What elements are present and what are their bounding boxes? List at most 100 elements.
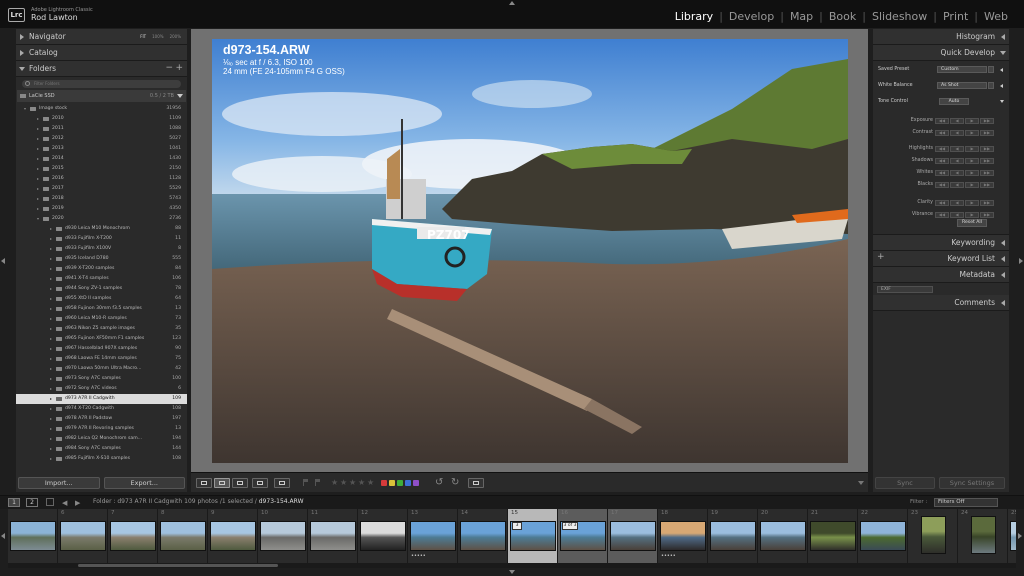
folder-row[interactable]: 2010 1109 — [16, 114, 187, 124]
folder-row[interactable]: d935 Iceland D780 555 — [16, 254, 187, 264]
tone-double-left-button[interactable]: ◀◀ — [935, 170, 949, 176]
folder-row[interactable]: d973 Sony A7C samples 100 — [16, 374, 187, 384]
filmstrip-cell[interactable]: 11 — [308, 509, 358, 563]
filmstrip-thumbnail[interactable] — [60, 521, 106, 551]
keyword-list-header[interactable]: + Keyword List — [873, 251, 1009, 267]
tone-right-button[interactable]: ▶ — [965, 130, 979, 136]
folder-row[interactable]: d933 Fujifilm X100V 8 — [16, 244, 187, 254]
filmstrip-cell[interactable]: 16 3 of 3 — [558, 509, 608, 563]
tone-double-right-button[interactable]: ▶▶ — [980, 182, 994, 188]
folder-row[interactable]: d985 Fujifilm X-S10 samples 108 — [16, 454, 187, 464]
filmstrip-thumbnail[interactable] — [921, 516, 946, 554]
left-panel-toggle-icon[interactable] — [1, 258, 5, 264]
folder-row[interactable]: 2019 4350 — [16, 204, 187, 214]
folder-row[interactable]: d972 Sony A7C videos 6 — [16, 384, 187, 394]
expand-triangle-icon[interactable] — [50, 427, 52, 430]
module-web[interactable]: Web — [978, 10, 1014, 23]
quick-develop-header[interactable]: Quick Develop — [873, 45, 1009, 61]
secondary-window-button[interactable]: 2 — [26, 498, 38, 507]
filmstrip-thumbnail[interactable] — [710, 521, 756, 551]
folder-row[interactable]: d984 Sony A7C samples 144 — [16, 444, 187, 454]
pick-flag-icon[interactable] — [303, 479, 309, 486]
folder-row[interactable]: d958 Fujinon 30mm f3.5 samples 13 — [16, 304, 187, 314]
filmstrip-scroll-thumb[interactable] — [78, 564, 278, 567]
expand-triangle-icon[interactable] — [37, 197, 39, 200]
filmstrip[interactable]: 6 7 8 9 10 11 12 13 ••••• 14 15 3 16 3 of 3 17 18 ••••• 1… — [8, 509, 1016, 563]
filmstrip-thumbnail[interactable] — [210, 521, 256, 551]
expand-triangle-icon[interactable] — [50, 307, 52, 310]
expand-triangle-icon[interactable] — [50, 337, 52, 340]
tone-double-left-button[interactable]: ◀◀ — [935, 212, 949, 218]
expand-triangle-icon[interactable] — [50, 387, 52, 390]
expand-triangle-icon[interactable] — [50, 367, 52, 370]
filmstrip-cell[interactable]: 15 3 — [508, 509, 558, 563]
filmstrip-cell[interactable]: 21 — [808, 509, 858, 563]
filmstrip-cell[interactable]: 12 — [358, 509, 408, 563]
rating-star-icon[interactable]: ★ — [367, 478, 374, 487]
saved-preset-stepper[interactable] — [988, 66, 994, 73]
filmstrip-thumbnail[interactable] — [860, 521, 906, 551]
tone-right-button[interactable]: ▶ — [965, 170, 979, 176]
tone-double-left-button[interactable]: ◀◀ — [935, 182, 949, 188]
module-slideshow[interactable]: Slideshow — [866, 10, 933, 23]
folders-header[interactable]: Folders − + — [16, 61, 187, 77]
color-label-swatch[interactable] — [413, 480, 419, 486]
zoom-fit[interactable]: FIT — [140, 34, 146, 39]
color-label-swatch[interactable] — [397, 480, 403, 486]
expand-triangle-icon[interactable] — [50, 247, 52, 250]
folder-row[interactable]: d979 A7R II Revoring samples 13 — [16, 424, 187, 434]
filmstrip-thumbnail[interactable] — [10, 521, 56, 551]
folder-row[interactable]: d970 Laowa 50mm Ultra Macro... 42 — [16, 364, 187, 374]
saved-preset-select[interactable]: Custom — [937, 66, 987, 73]
folder-row[interactable]: 2015 2150 — [16, 164, 187, 174]
expand-triangle-icon[interactable] — [50, 327, 52, 330]
add-keyword-icon[interactable]: + — [877, 252, 885, 262]
expand-triangle-icon[interactable] — [50, 287, 52, 290]
expand-triangle-icon[interactable] — [50, 347, 52, 350]
filmstrip-cell[interactable]: 19 — [708, 509, 758, 563]
histogram-header[interactable]: Histogram — [873, 29, 1009, 45]
filmstrip-scroll-right-icon[interactable] — [1018, 533, 1022, 539]
folder-row[interactable]: d933 Fujifilm X-T200 11 — [16, 234, 187, 244]
forward-arrow-icon[interactable]: ▶ — [75, 499, 80, 507]
filmstrip-cell[interactable] — [8, 509, 58, 563]
expand-triangle-icon[interactable] — [50, 227, 52, 230]
collapse-triangle-icon[interactable] — [1000, 100, 1004, 103]
top-panel-toggle-icon[interactable] — [509, 1, 515, 5]
filmstrip-cell[interactable]: 14 — [458, 509, 508, 563]
tone-double-right-button[interactable]: ▶▶ — [980, 212, 994, 218]
people-view-button[interactable] — [274, 478, 290, 488]
filter-select[interactable]: Filters Off — [934, 498, 998, 507]
stack-badge[interactable]: 3 of 3 — [562, 522, 578, 530]
folder-row[interactable]: d944 Sony ZV-1 samples 78 — [16, 284, 187, 294]
filmstrip-thumbnail[interactable] — [310, 521, 356, 551]
folder-row[interactable]: 2016 1128 — [16, 174, 187, 184]
stack-badge[interactable]: 3 — [512, 522, 522, 530]
collapse-triangle-icon[interactable] — [37, 218, 39, 220]
folder-row[interactable]: Image stock 31956 — [16, 104, 187, 114]
expand-triangle-icon[interactable] — [50, 407, 52, 410]
toolbar-options-icon[interactable] — [858, 481, 864, 485]
add-folder-button[interactable]: + — [175, 63, 183, 73]
folder-row[interactable]: d941 X-T4 samples 106 — [16, 274, 187, 284]
tone-double-left-button[interactable]: ◀◀ — [935, 130, 949, 136]
folder-row[interactable]: 2017 5529 — [16, 184, 187, 194]
folder-row[interactable]: d965 Fujinon XF50mm F1 samples 123 — [16, 334, 187, 344]
filmstrip-cell[interactable]: 17 — [608, 509, 658, 563]
user-name[interactable]: Rod Lawton — [31, 13, 78, 22]
filmstrip-cell[interactable]: 18 ••••• — [658, 509, 708, 563]
tone-double-right-button[interactable]: ▶▶ — [980, 118, 994, 124]
color-label-swatch[interactable] — [389, 480, 395, 486]
filmstrip-thumbnail[interactable] — [660, 521, 706, 551]
expand-triangle-icon[interactable] — [50, 317, 52, 320]
sync-settings-button[interactable]: Sync Settings — [939, 477, 1005, 489]
folder-row[interactable]: 2012 5027 — [16, 134, 187, 144]
tone-right-button[interactable]: ▶ — [965, 146, 979, 152]
module-book[interactable]: Book — [823, 10, 862, 23]
folder-row[interactable]: 2014 1430 — [16, 154, 187, 164]
crop-overlay-button[interactable] — [468, 478, 484, 488]
main-window-button[interactable]: 1 — [8, 498, 20, 507]
comments-header[interactable]: Comments — [873, 295, 1009, 311]
expand-triangle-icon[interactable] — [50, 297, 52, 300]
collapse-triangle-icon[interactable] — [24, 108, 26, 110]
